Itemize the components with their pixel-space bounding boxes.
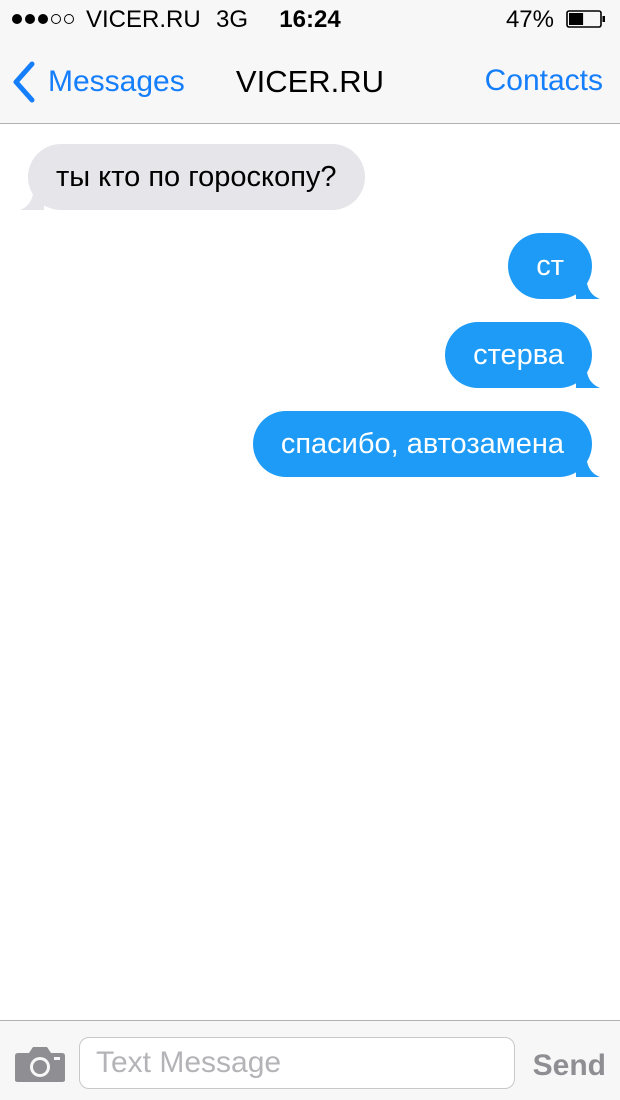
navigation-bar: Messages VICER.RU Contacts — [0, 40, 620, 124]
camera-icon[interactable] — [14, 1045, 66, 1083]
message-text: ты кто по гороскопу? — [56, 161, 337, 193]
status-bar: VICER.RU 3G 16:24 47% — [0, 0, 620, 40]
battery-percent: 47% — [505, 6, 554, 33]
chevron-left-icon — [13, 61, 35, 103]
bubble-tail — [576, 358, 600, 388]
message-bubble-outgoing[interactable]: спасибо, автозамена — [252, 411, 600, 477]
back-button-label: Messages — [48, 65, 185, 98]
back-button[interactable]: Messages — [10, 60, 185, 104]
message-text: стерва — [473, 339, 564, 371]
message-text: спасибо, автозамена — [280, 428, 564, 460]
send-button[interactable]: Send — [533, 1049, 606, 1083]
battery-icon — [566, 10, 605, 28]
bubble-tail — [576, 269, 600, 299]
contacts-button[interactable]: Contacts — [485, 64, 603, 98]
message-thread[interactable]: ты кто по гороскопу? ст стерва спасибо, … — [0, 124, 620, 1020]
message-bubble-outgoing[interactable]: ст — [508, 233, 600, 299]
bubble-tail — [20, 180, 44, 210]
message-bubble-incoming[interactable]: ты кто по гороскопу? — [20, 144, 365, 210]
message-input-bar: Send — [0, 1020, 620, 1100]
message-bubble-outgoing[interactable]: стерва — [445, 322, 600, 388]
message-text-input[interactable] — [79, 1037, 515, 1089]
bubble-tail — [576, 447, 600, 477]
message-text: ст — [536, 250, 564, 282]
